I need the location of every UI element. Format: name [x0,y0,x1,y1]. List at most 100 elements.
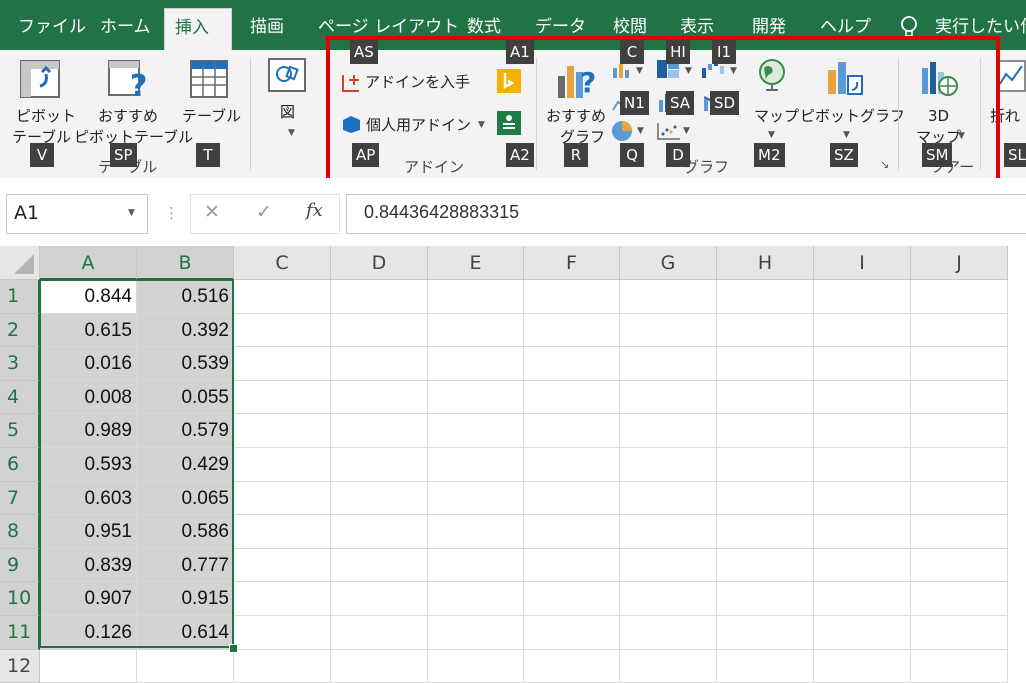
enter-icon[interactable]: ✓ [256,203,272,222]
insert-function-icon[interactable]: fx [306,202,323,220]
cell[interactable] [428,414,524,448]
cell[interactable] [911,548,1008,583]
cell[interactable] [524,515,620,549]
cell[interactable] [620,280,717,314]
cancel-icon[interactable]: ✕ [204,203,220,222]
cell[interactable] [911,347,1008,381]
cell[interactable] [428,313,524,348]
cell[interactable] [331,582,428,616]
cell[interactable] [620,515,717,549]
cell[interactable] [620,414,717,448]
cell[interactable] [524,448,620,482]
cell[interactable] [717,649,814,683]
row-header[interactable]: 8 [0,515,40,549]
cell[interactable] [331,414,428,448]
row-header[interactable]: 9 [0,548,40,583]
cell[interactable] [620,582,717,616]
cell[interactable] [524,649,620,683]
cell[interactable] [717,414,814,448]
cell[interactable] [234,280,331,314]
column-header[interactable]: C [234,246,331,280]
cell[interactable] [234,313,331,348]
cell[interactable] [331,548,428,583]
cell[interactable] [814,616,911,650]
cell[interactable] [331,347,428,381]
row-header[interactable]: 11 [0,616,40,650]
cell[interactable] [911,515,1008,549]
cell[interactable] [428,481,524,516]
tab-home[interactable]: ホーム [100,8,151,50]
cell[interactable] [331,649,428,683]
column-header[interactable]: E [428,246,524,280]
cell[interactable] [524,347,620,381]
cell[interactable] [717,347,814,381]
cell[interactable] [717,548,814,583]
row-header[interactable]: 12 [0,649,40,683]
cell[interactable] [524,380,620,415]
cell[interactable] [717,313,814,348]
cell[interactable] [524,414,620,448]
cell[interactable] [331,448,428,482]
cell[interactable] [814,649,911,683]
cell[interactable] [428,649,524,683]
cell[interactable] [814,347,911,381]
cell[interactable] [234,616,331,650]
cell[interactable] [234,649,331,683]
cell[interactable] [814,582,911,616]
cell[interactable] [717,515,814,549]
cell[interactable] [234,582,331,616]
cell[interactable] [428,280,524,314]
cell[interactable] [814,414,911,448]
cell[interactable] [331,280,428,314]
cell[interactable] [428,515,524,549]
cell[interactable] [137,649,234,683]
cell[interactable] [620,347,717,381]
cell[interactable] [234,481,331,516]
column-header[interactable]: A [40,246,137,280]
cell[interactable] [331,616,428,650]
column-header[interactable]: J [911,246,1008,280]
cell[interactable] [911,616,1008,650]
cell[interactable] [331,481,428,516]
column-header[interactable]: H [717,246,814,280]
illustrations-button[interactable]: 図 [280,103,295,121]
cell[interactable] [428,448,524,482]
cell[interactable] [331,380,428,415]
cell[interactable] [814,448,911,482]
cell[interactable] [620,649,717,683]
row-header[interactable]: 7 [0,481,40,516]
cell[interactable] [620,313,717,348]
cell[interactable] [234,448,331,482]
chevron-down-icon[interactable]: ▼ [128,208,135,218]
cell[interactable] [814,548,911,583]
column-header[interactable]: B [137,246,234,280]
cell[interactable] [911,448,1008,482]
cell[interactable] [717,481,814,516]
tab-insert[interactable]: 挿入 [164,8,232,51]
cell[interactable] [234,548,331,583]
cell[interactable] [911,313,1008,348]
cell[interactable] [524,313,620,348]
cell[interactable] [911,481,1008,516]
cell[interactable] [911,380,1008,415]
cell[interactable] [524,481,620,516]
cell[interactable] [620,380,717,415]
cell[interactable] [717,582,814,616]
cell[interactable] [717,448,814,482]
cell[interactable] [428,582,524,616]
cell[interactable] [717,280,814,314]
cell[interactable] [234,380,331,415]
cell[interactable] [331,515,428,549]
cell[interactable] [524,616,620,650]
row-header[interactable]: 3 [0,347,40,381]
cell[interactable] [428,380,524,415]
row-header[interactable]: 6 [0,448,40,482]
cell[interactable] [524,548,620,583]
cell[interactable] [620,481,717,516]
cell[interactable] [717,616,814,650]
cell[interactable] [814,380,911,415]
cell[interactable] [620,448,717,482]
cell[interactable] [911,414,1008,448]
tab-file[interactable]: ファイル [18,8,86,50]
fill-handle[interactable] [229,644,238,653]
